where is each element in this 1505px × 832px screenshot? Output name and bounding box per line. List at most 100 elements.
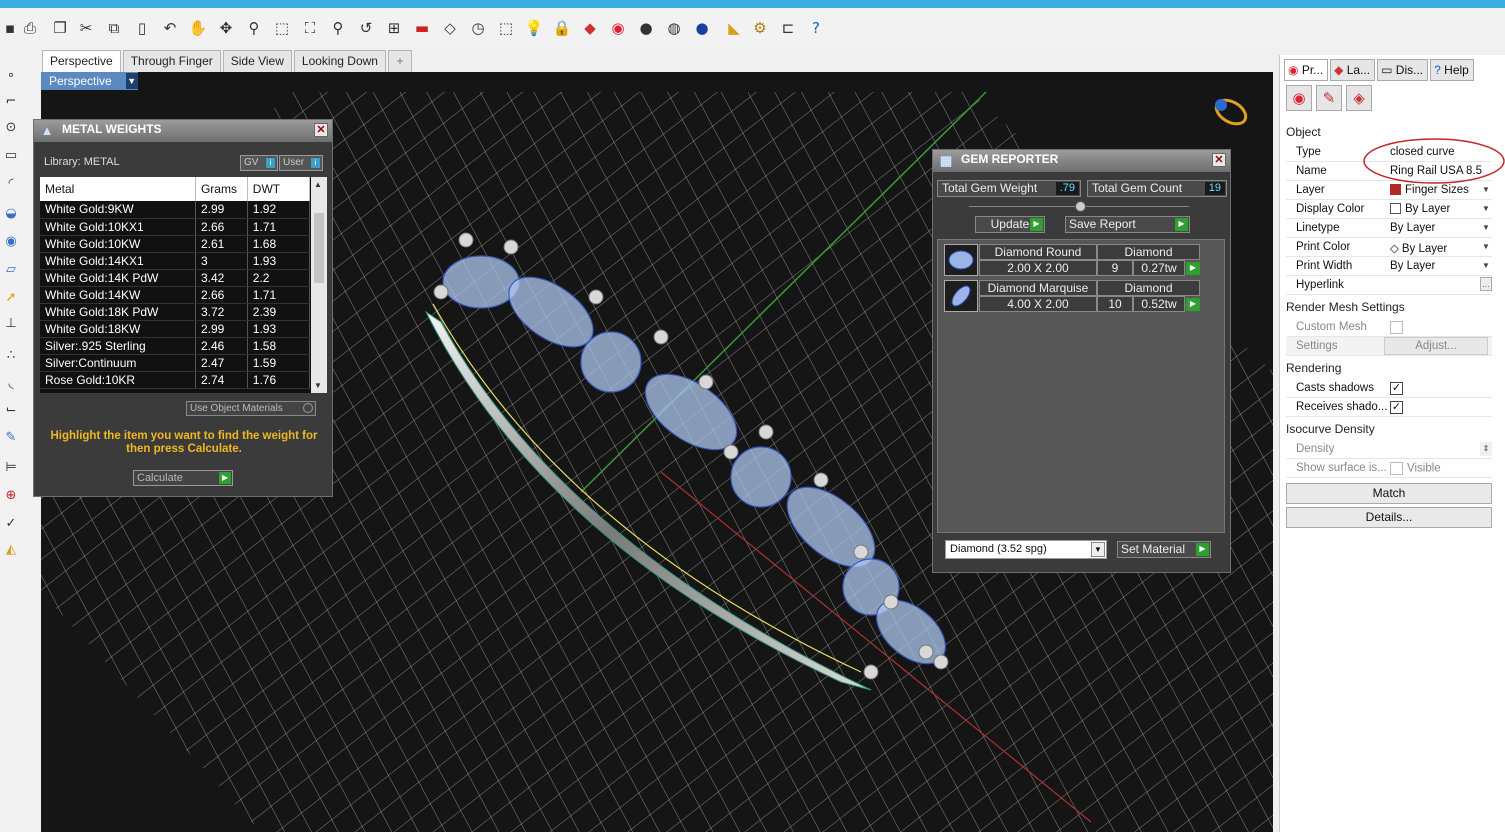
lock-icon[interactable]: 🔒 [552,18,572,38]
viewport-menu-dropdown-icon[interactable]: ▼ [125,73,138,89]
chevron-down-icon[interactable]: ▼ [1480,240,1492,254]
spinner-icon[interactable]: ⇕ [1480,442,1492,456]
tab-side-view[interactable]: Side View [222,50,292,72]
property-row-show-surface[interactable]: Show surface is... Visible [1286,459,1492,478]
check-icon[interactable]: ✓ [2,514,20,532]
save-report-button[interactable]: Save Report ▶ [1065,216,1190,233]
viewport-label[interactable]: Perspective ▼ [41,72,138,90]
table-row[interactable]: White Gold:14KW 2.66 1.71 [40,286,311,304]
car-icon[interactable]: ▬ [412,18,432,38]
hide-icon[interactable]: ◇ [440,18,460,38]
render-sphere-icon[interactable]: ● [692,18,712,38]
paint-bucket-icon[interactable]: ◭ [2,540,20,558]
custom-mesh-checkbox[interactable] [1390,321,1403,334]
property-row-hyperlink[interactable]: Hyperlink… [1286,276,1492,295]
color-wheel-icon[interactable]: ◉ [608,18,628,38]
play-icon[interactable]: ▶ [1186,298,1200,311]
property-row-display-color[interactable]: Display Color By Layer ▼ [1286,200,1492,219]
print-icon[interactable]: ⎙ [20,18,40,38]
tab-looking-down[interactable]: Looking Down [293,50,386,72]
save-icon[interactable]: ▪ [0,18,20,38]
table-row[interactable]: White Gold:14KX1 3 1.93 [40,252,311,270]
metal-weights-titlebar[interactable]: ▲ METAL WEIGHTS ✕ [34,120,332,142]
details-button[interactable]: Details... [1286,507,1492,528]
help-icon[interactable]: ? [806,18,826,38]
table-row[interactable]: White Gold:14K PdW 3.42 2.2 [40,269,311,287]
cut-icon[interactable]: ✂ [76,18,96,38]
rotate-view-icon[interactable]: ✥ [216,18,236,38]
casts-shadows-checkbox[interactable]: ✓ [1390,382,1403,395]
table-row[interactable]: White Gold:10KX1 2.66 1.71 [40,218,311,236]
tab-display[interactable]: ▭ Dis... [1377,59,1429,81]
user-toggle[interactable]: User i [279,155,323,171]
surface-icon[interactable]: ◒ [2,204,20,222]
select-icon[interactable]: ⬚ [496,18,516,38]
trim-icon[interactable]: ⊥ [2,314,20,332]
zoom-window-icon[interactable]: ⬚ [272,18,292,38]
ruler-icon[interactable]: ⊨ [2,458,20,476]
clock-icon[interactable]: ◷ [468,18,488,38]
splitter-handle-icon[interactable] [1075,201,1086,212]
column-header-grams[interactable]: Grams [195,177,248,201]
arc-icon[interactable]: ◜ [2,174,20,192]
update-button[interactable]: Update ▶ [975,216,1045,233]
metal-table-scrollbar[interactable]: ▲ ▼ [311,177,327,393]
copy-icon[interactable]: ⧉ [104,18,124,38]
circle-icon[interactable]: ⊙ [2,118,20,136]
tab-properties[interactable]: ◉ Pr... [1284,59,1329,81]
chevron-down-icon[interactable]: ▼ [1480,259,1492,273]
tab-layers[interactable]: ◆ La... [1330,59,1376,81]
copy-clipboard-icon[interactable]: ❐ [50,18,70,38]
scrollbar-thumb[interactable] [314,213,324,283]
gv-toggle[interactable]: GV i [240,155,278,171]
set-material-button[interactable]: Set Material ▶ [1117,541,1211,558]
chevron-down-icon[interactable]: ▼ [1480,202,1492,216]
match-button[interactable]: Match [1286,483,1492,504]
flag-icon[interactable]: ◣ [724,18,744,38]
polyline-icon[interactable]: ⌐ [2,92,20,110]
orientation-gizmo[interactable] [1212,95,1250,128]
undo-view-icon[interactable]: ↺ [356,18,376,38]
gears-icon[interactable]: ⚙ [750,18,770,38]
adjust-button[interactable]: Adjust... [1384,337,1488,355]
ellipsis-icon[interactable]: … [1480,277,1492,291]
tab-help[interactable]: ? Help [1430,59,1474,81]
zoom-icon[interactable]: ⚲ [244,18,264,38]
table-row[interactable]: White Gold:18K PdW 3.72 2.39 [40,303,311,321]
light-bulb-icon[interactable]: 💡 [524,18,544,38]
analyze-icon[interactable]: ⊕ [2,486,20,504]
chevron-down-icon[interactable]: ▼ [1480,221,1492,235]
zoom-extents-icon[interactable]: ⛶ [300,18,320,38]
undo-icon[interactable]: ↶ [160,18,180,38]
chevron-down-icon[interactable]: ▼ [1091,542,1105,557]
property-row-print-color[interactable]: Print Color ◇ By Layer ▼ [1286,238,1492,257]
dimension-tool-icon[interactable]: ⌙ [2,400,20,418]
zoom-selected-icon[interactable]: ⚲ [328,18,348,38]
column-header-dwt[interactable]: DWT [247,177,311,201]
dimension-icon[interactable]: ⊏ [778,18,798,38]
table-row[interactable]: White Gold:9KW 2.99 1.92 [40,201,311,219]
property-row-custom-mesh[interactable]: Custom Mesh [1286,318,1492,337]
pan-hand-icon[interactable]: ✋ [188,18,208,38]
scroll-down-icon[interactable]: ▼ [314,381,322,390]
object-properties-icon[interactable]: ◉ [1286,85,1312,111]
mesh-icon[interactable]: ▱ [2,260,20,278]
metal-table[interactable]: Metal Grams DWT White Gold:9KW 2.99 1.92 W… [40,177,327,393]
table-row[interactable]: White Gold:18KW 2.99 1.93 [40,320,311,338]
property-row-receives-shadows[interactable]: Receives shado... ✓ [1286,398,1492,417]
tab-through-finger[interactable]: Through Finger [122,50,221,72]
rendered-sphere-icon[interactable]: ◍ [664,18,684,38]
visible-checkbox[interactable] [1390,462,1403,475]
table-row[interactable]: Silver:Continuum 2.47 1.59 [40,354,311,372]
paste-icon[interactable]: ▯ [132,18,152,38]
column-header-metal[interactable]: Metal [40,177,196,201]
gem-reporter-titlebar[interactable]: ▦ GEM REPORTER ✕ [933,150,1230,172]
point-icon[interactable]: ∘ [2,66,20,84]
layer-icon[interactable]: ◆ [580,18,600,38]
table-row[interactable]: Rose Gold:10KR 2.74 1.76 [40,371,311,389]
solid-icon[interactable]: ◉ [2,232,20,250]
table-row[interactable]: White Gold:10KW 2.61 1.68 [40,235,311,253]
property-row-casts-shadows[interactable]: Casts shadows ✓ [1286,379,1492,398]
use-object-materials-toggle[interactable]: Use Object Materials [186,401,316,416]
transform-icon[interactable]: ➚ [2,288,20,306]
